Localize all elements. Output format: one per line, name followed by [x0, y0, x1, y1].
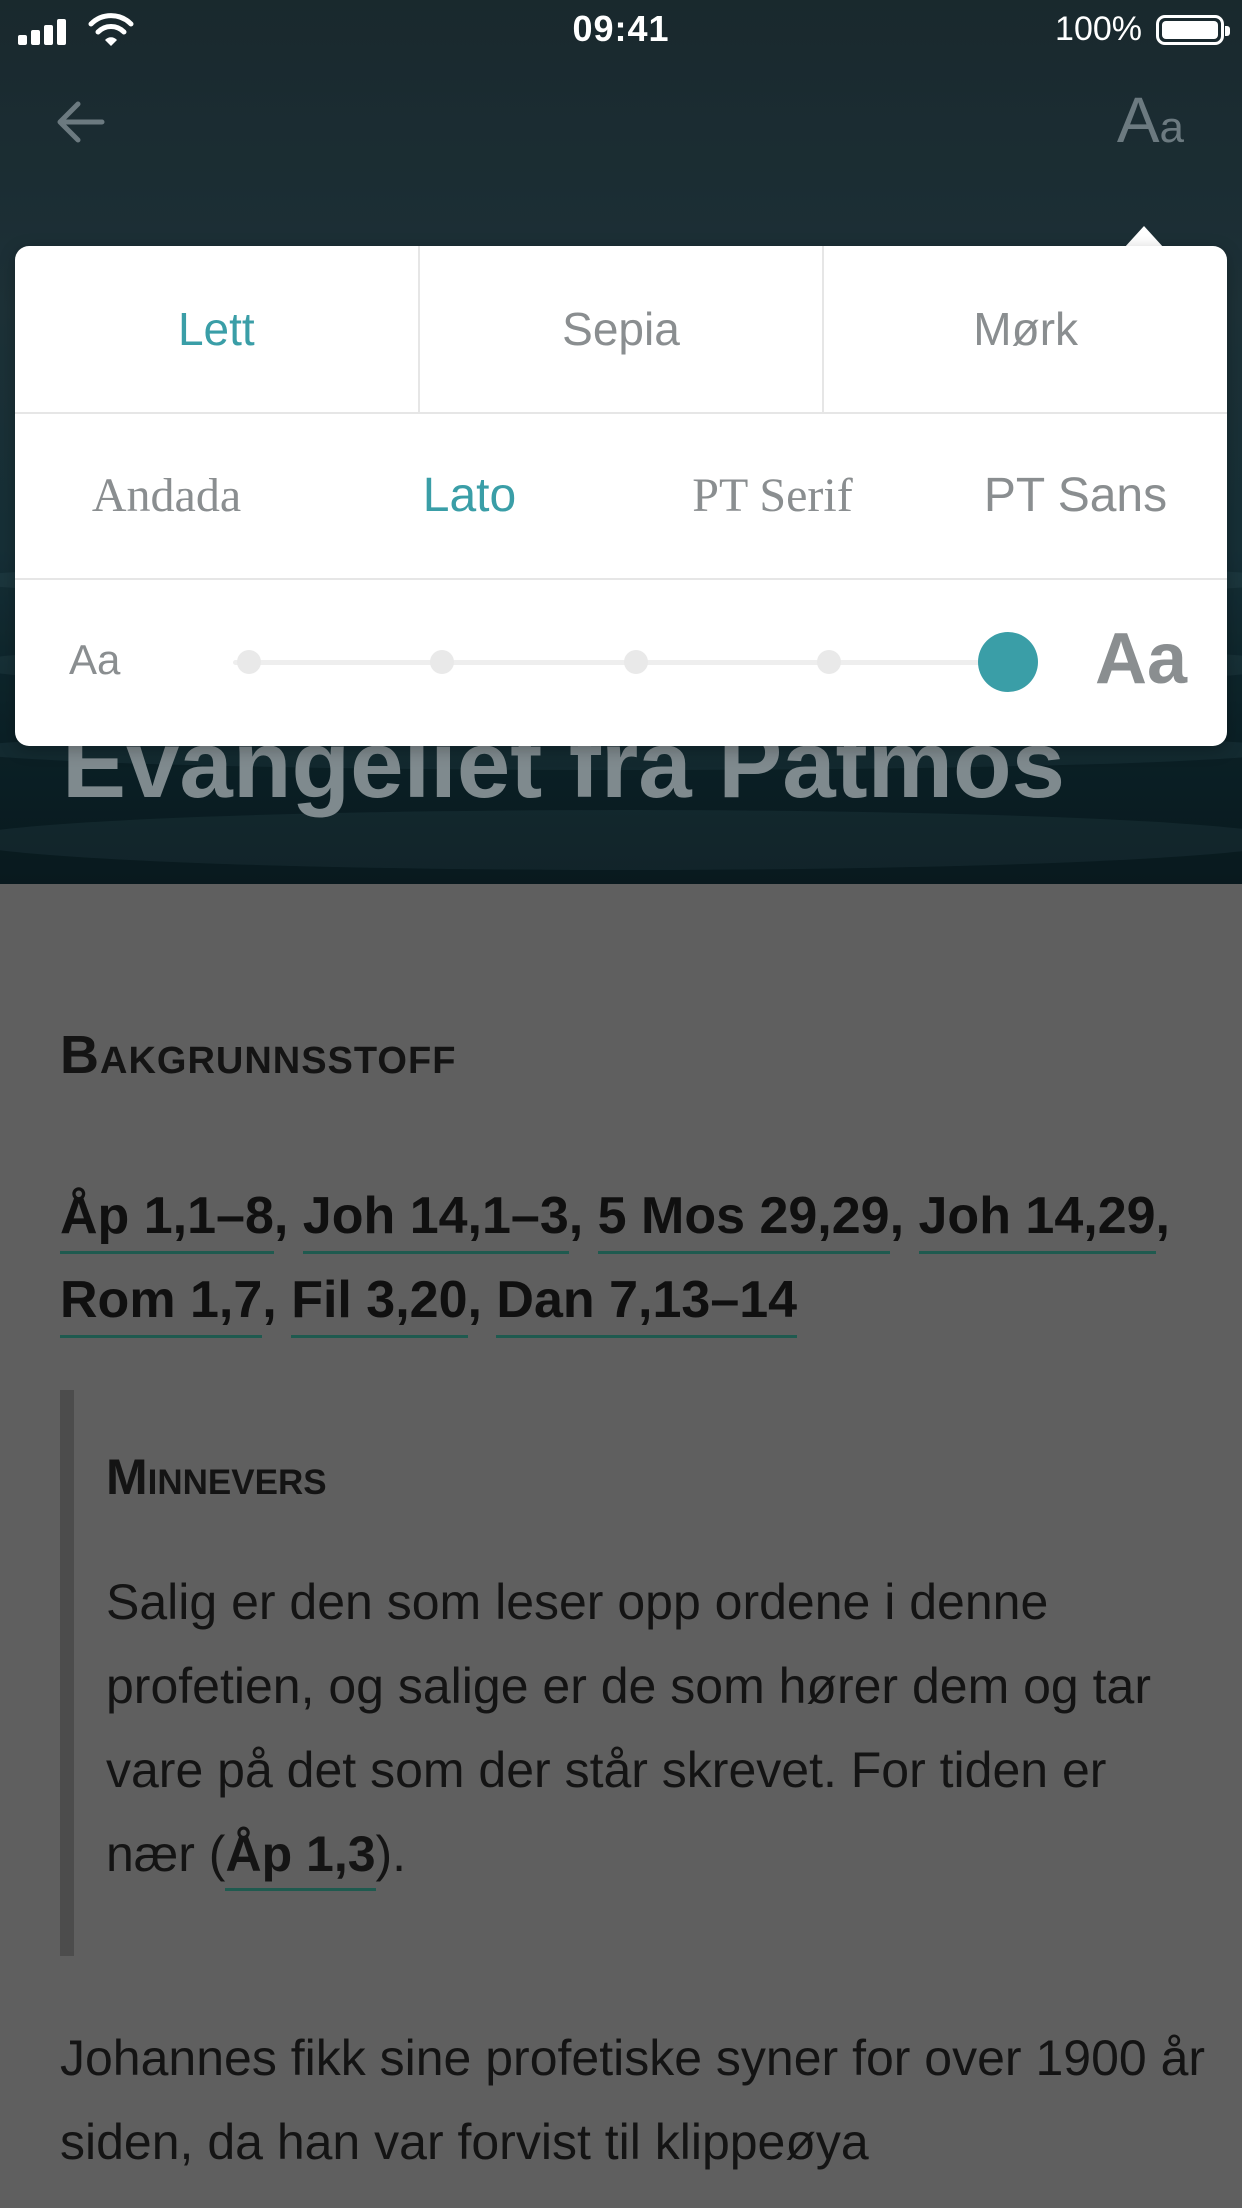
font-size-large-label: Aa	[1094, 619, 1187, 699]
popover-arrow	[1124, 226, 1164, 248]
font-selector: Andada Lato PT Serif PT Sans	[15, 412, 1227, 580]
battery-icon	[1156, 15, 1230, 45]
font-size-step[interactable]	[624, 650, 648, 674]
back-arrow-icon[interactable]	[52, 92, 112, 152]
bible-reference-link[interactable]: Åp 1,3	[225, 1826, 376, 1891]
reading-settings-popover: Lett Sepia Mørk Andada Lato PT Serif PT …	[15, 246, 1227, 746]
font-size-slider-knob[interactable]	[978, 632, 1038, 692]
font-option-pt-sans[interactable]: PT Sans	[924, 412, 1227, 578]
font-size-step[interactable]	[817, 650, 841, 674]
theme-option-light[interactable]: Lett	[15, 246, 418, 412]
font-option-andada[interactable]: Andada	[15, 412, 318, 578]
font-size-step[interactable]	[430, 650, 454, 674]
content-area: Bakgrunnsstoff Åp 1,1–8, Joh 14,1–3, 5 M…	[0, 884, 1242, 2208]
bible-reference-link[interactable]: Fil 3,20	[291, 1271, 468, 1338]
body-paragraph: Johannes fikk sine profetiske syner for …	[60, 2030, 1206, 2170]
font-settings-big-a: A	[1116, 84, 1160, 156]
section-title: Bakgrunnsstoff	[60, 1025, 457, 1085]
font-settings-small-a: a	[1159, 103, 1184, 152]
bible-reference-link[interactable]: Åp 1,1–8	[60, 1187, 274, 1254]
memory-verse-block: Minnevers Salig er den som leser opp ord…	[60, 1390, 1180, 1956]
theme-selector: Lett Sepia Mørk	[15, 246, 1227, 414]
theme-option-sepia[interactable]: Sepia	[417, 246, 823, 412]
font-option-pt-serif[interactable]: PT Serif	[621, 412, 924, 578]
bible-reference-link[interactable]: 5 Mos 29,29	[597, 1187, 890, 1254]
font-size-step[interactable]	[237, 650, 261, 674]
memory-verse-text: Salig er den som leser opp ordene i denn…	[106, 1560, 1166, 1896]
reference-list: Åp 1,1–8, Joh 14,1–3, 5 Mos 29,29, Joh 1…	[60, 1174, 1190, 1342]
bible-reference-link[interactable]: Rom 1,7	[60, 1271, 263, 1338]
font-option-lato[interactable]: Lato	[318, 412, 621, 578]
battery-percent: 100%	[1055, 10, 1142, 48]
bible-reference-link[interactable]: Joh 14,1–3	[302, 1187, 569, 1254]
font-size-control: Aa Aa	[15, 578, 1227, 746]
memory-verse-end: ).	[375, 1826, 407, 1882]
font-size-small-label: Aa	[69, 636, 121, 683]
memory-verse-title: Minnevers	[106, 1449, 327, 1505]
font-settings-button[interactable]: Aa	[1117, 88, 1184, 160]
bible-reference-link[interactable]: Joh 14,29	[918, 1187, 1156, 1254]
status-bar: 09:41 100%	[0, 0, 1242, 62]
theme-option-dark[interactable]: Mørk	[822, 246, 1227, 412]
bible-reference-link[interactable]: Dan 7,13–14	[496, 1271, 798, 1338]
